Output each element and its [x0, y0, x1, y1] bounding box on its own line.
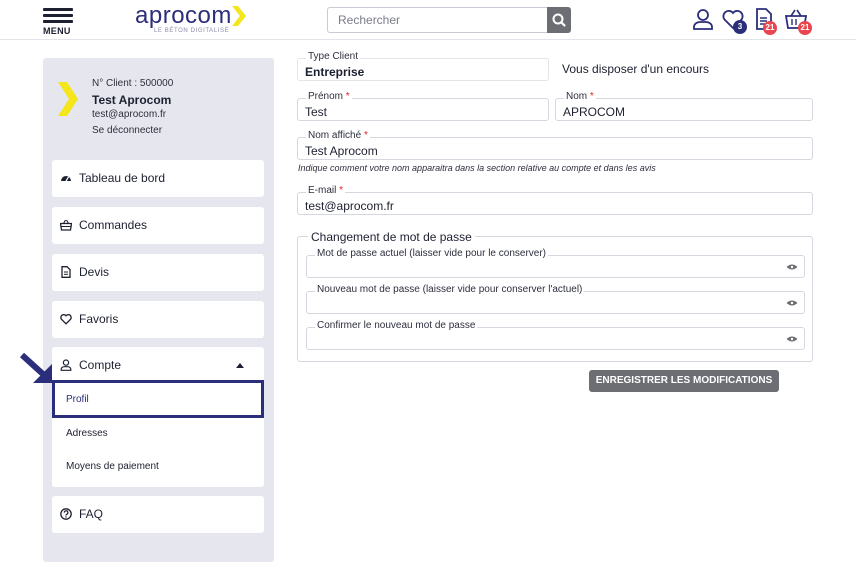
submenu-item-addresses[interactable]: Adresses — [66, 428, 108, 439]
submenu-item-profile[interactable]: Profil — [66, 394, 89, 405]
sidebar-item-dashboard[interactable]: Tableau de bord — [52, 160, 264, 197]
first-name-label-text: Prénom — [308, 91, 344, 102]
sidebar-item-quotes[interactable]: Devis — [52, 254, 264, 291]
basket-icon — [60, 219, 72, 231]
sidebar-item-label: Favoris — [79, 312, 119, 326]
profile-summary: N° Client : 500000 Test Aprocom test@apr… — [43, 58, 274, 148]
first-name-value: Test — [305, 105, 328, 119]
required-mark: * — [345, 91, 350, 102]
display-name-field[interactable]: Test Aprocom — [297, 137, 813, 160]
password-fieldset: Changement de mot de passe Mot de passe … — [297, 230, 813, 362]
favorites-button[interactable]: 3 — [721, 7, 747, 34]
quotes-badge: 21 — [763, 21, 777, 35]
favorites-badge: 3 — [733, 20, 747, 34]
display-name-value: Test Aprocom — [305, 144, 378, 158]
sidebar-item-label: Compte — [79, 358, 122, 372]
question-icon — [60, 508, 72, 520]
last-name-value: APROCOM — [563, 105, 626, 119]
credit-info-text: Vous disposer d'un encours — [562, 62, 710, 76]
eye-icon[interactable] — [786, 336, 798, 342]
logo-tagline: LE BÉTON DIGITALISÉ — [154, 28, 230, 34]
logout-link[interactable]: Se déconnecter — [92, 125, 162, 136]
email-label-text: E-mail — [308, 185, 337, 196]
logo[interactable]: aprocom LE BÉTON DIGITALISÉ — [135, 3, 255, 37]
display-name-note: Indique comment votre nom apparaitra dan… — [298, 163, 656, 173]
cart-badge: 21 — [798, 21, 812, 35]
hamburger-bar — [43, 20, 73, 23]
current-password-label: Mot de passe actuel (laisser vide pour l… — [315, 248, 548, 259]
account-sidebar: N° Client : 500000 Test Aprocom test@apr… — [43, 58, 274, 562]
menu-label: MENU — [43, 26, 71, 36]
dashboard-icon — [61, 176, 71, 182]
sidebar-item-orders[interactable]: Commandes — [52, 207, 264, 244]
client-type-label: Type Client — [306, 51, 361, 62]
hamburger-bar — [43, 14, 73, 17]
profile-email: test@aprocom.fr — [92, 109, 167, 120]
account-toggle[interactable]: Compte — [52, 347, 264, 382]
hamburger-icon — [43, 8, 73, 11]
required-mark: * — [339, 185, 344, 196]
display-name-label: Nom affiché * — [306, 130, 370, 141]
sidebar-item-label: Devis — [79, 265, 110, 279]
display-name-label-text: Nom affiché — [308, 130, 362, 141]
client-number: N° Client : 500000 — [92, 78, 174, 89]
required-mark: * — [589, 91, 594, 102]
user-icon — [693, 9, 713, 30]
search-icon — [552, 13, 566, 27]
password-legend: Changement de mot de passe — [308, 230, 475, 244]
save-button[interactable]: ENREGISTRER LES MODIFICATIONS — [589, 370, 779, 392]
chevron-up-icon — [236, 363, 244, 368]
confirm-password-label: Confirmer le nouveau mot de passe — [315, 320, 478, 331]
required-mark: * — [363, 130, 368, 141]
first-name-label: Prénom * — [306, 91, 352, 102]
sidebar-item-label: FAQ — [79, 507, 104, 521]
email-value: test@aprocom.fr — [305, 199, 394, 213]
top-bar: MENU aprocom LE BÉTON DIGITALISÉ Recherc… — [0, 0, 856, 40]
account-button[interactable] — [691, 7, 715, 31]
sidebar-item-account: Compte Profil Adresses Moyens de paiemen… — [52, 347, 264, 487]
heart-icon — [60, 314, 72, 325]
new-password-label: Nouveau mot de passe (laisser vide pour … — [315, 284, 585, 295]
last-name-label-text: Nom — [566, 91, 588, 102]
eye-icon[interactable] — [786, 264, 798, 270]
user-icon — [60, 359, 72, 371]
annotation-arrow-icon — [19, 352, 52, 383]
email-field[interactable]: test@aprocom.fr — [297, 192, 813, 215]
sidebar-item-label: Commandes — [79, 218, 148, 232]
last-name-label: Nom * — [564, 91, 596, 102]
search-button[interactable] — [547, 7, 571, 33]
document-icon — [61, 266, 71, 278]
eye-icon[interactable] — [786, 300, 798, 306]
email-label: E-mail * — [306, 185, 346, 196]
client-type-value: Entreprise — [305, 65, 365, 79]
brand-chevron-icon — [58, 82, 78, 116]
sidebar-item-favorites[interactable]: Favoris — [52, 301, 264, 338]
submenu-item-payment-methods[interactable]: Moyens de paiement — [66, 461, 159, 472]
logo-wordmark: aprocom — [135, 2, 232, 29]
quotes-button[interactable]: 21 — [752, 7, 777, 35]
sidebar-item-label: Tableau de bord — [79, 171, 166, 185]
logo-chevron-icon — [232, 6, 246, 26]
search-bar[interactable]: Rechercher — [327, 7, 571, 33]
search-input[interactable]: Rechercher — [338, 13, 400, 27]
cart-button[interactable]: 21 — [784, 7, 812, 35]
sidebar-item-faq[interactable]: FAQ — [52, 496, 264, 533]
profile-name: Test Aprocom — [92, 93, 172, 107]
menu-button[interactable]: MENU — [43, 8, 73, 36]
